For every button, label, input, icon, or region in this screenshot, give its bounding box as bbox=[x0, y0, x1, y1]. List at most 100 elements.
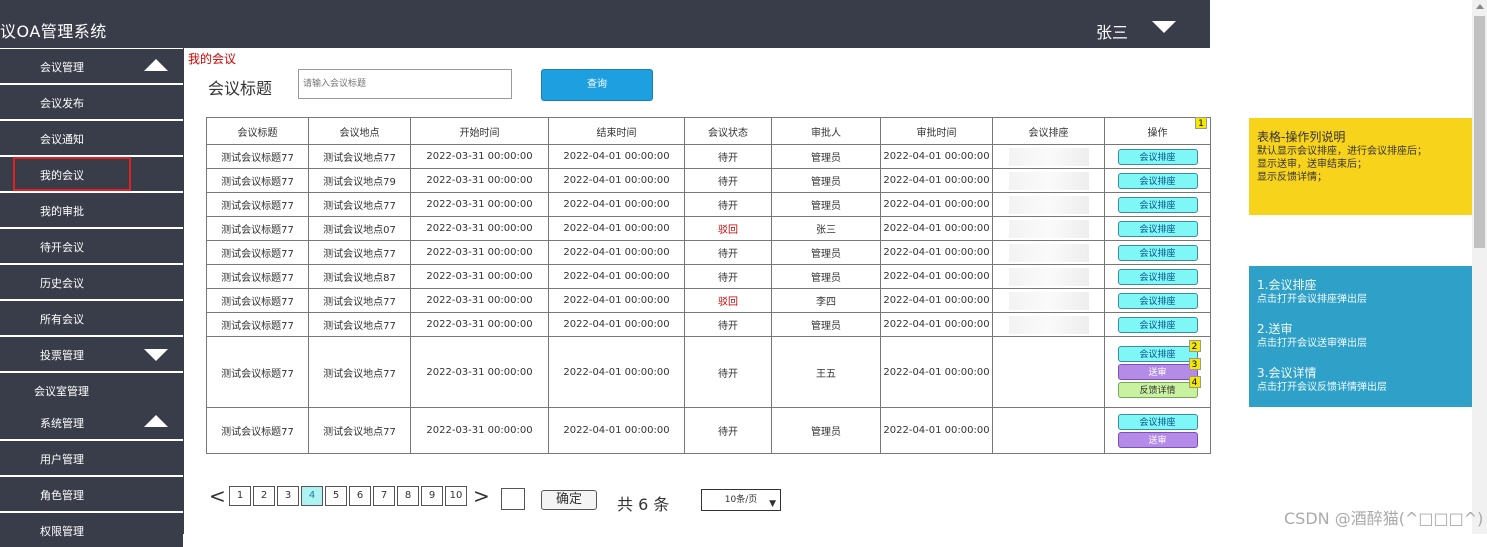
next-page-button[interactable]: > bbox=[473, 484, 490, 508]
send-review-button[interactable]: 送审 3 bbox=[1117, 358, 1201, 380]
app-title: 议OA管理系统 bbox=[0, 22, 107, 41]
feedback-details-button[interactable]: 反馈详情 4 bbox=[1117, 376, 1201, 398]
meeting-table: 会议标题 会议地点 开始时间 结束时间 会议状态 审批人 审批时间 会议排座 操… bbox=[206, 117, 1211, 454]
sidebar-item-all-meetings[interactable]: 所有会议 bbox=[0, 301, 183, 335]
seating-button[interactable]: 会议排座 bbox=[1117, 316, 1198, 333]
sidebar-item-user-management[interactable]: 用户管理 bbox=[0, 441, 183, 475]
cell-title: 测试会议标题77 bbox=[206, 312, 309, 337]
prev-page-button[interactable]: < bbox=[209, 484, 226, 508]
col-header: 会议地点 bbox=[308, 117, 411, 145]
cell-approver: 管理员 bbox=[771, 192, 881, 217]
cell-title: 测试会议标题77 bbox=[206, 264, 309, 289]
top-bar: 议OA管理系统 张三 bbox=[0, 0, 1210, 48]
seating-button[interactable]: 会议排座 bbox=[1117, 268, 1198, 285]
cell-title: 测试会议标题77 bbox=[206, 407, 309, 454]
note-item-desc: 点击打开会议排座弹出层 bbox=[1257, 294, 1367, 305]
search-input[interactable] bbox=[298, 69, 512, 99]
cell-start: 2022-03-31 00:00:00 bbox=[410, 264, 549, 289]
cell-location: 测试会议地点77 bbox=[308, 312, 411, 337]
page-confirm-button[interactable]: 确定 bbox=[541, 490, 597, 510]
sidebar-group-meeting-room[interactable]: 会议室管理 bbox=[0, 373, 183, 407]
send-review-button[interactable]: 送审 bbox=[1117, 431, 1198, 448]
page-number-button[interactable]: 2 bbox=[253, 486, 275, 506]
sidebar-border bbox=[183, 48, 184, 534]
table-row: 测试会议标题77 测试会议地点77 2022-03-31 00:00:00 2022-… bbox=[206, 240, 1211, 265]
cell-start: 2022-03-31 00:00:00 bbox=[410, 336, 549, 408]
search-button[interactable]: 查询 bbox=[541, 69, 653, 101]
note-item-title: 1.会议排座 bbox=[1257, 278, 1317, 292]
cell-location: 测试会议地点77 bbox=[308, 288, 411, 313]
badge-1: 1 bbox=[1195, 117, 1207, 129]
cell-operations: 会议排座 bbox=[1104, 168, 1211, 193]
seating-button[interactable]: 会议排座 bbox=[1117, 292, 1198, 309]
cell-start: 2022-03-31 00:00:00 bbox=[410, 407, 549, 454]
scroll-up-arrow-icon[interactable] bbox=[1476, 4, 1484, 9]
seating-button[interactable]: 会议排座 bbox=[1117, 413, 1198, 430]
cell-title: 测试会议标题77 bbox=[206, 288, 309, 313]
page-number-button[interactable]: 6 bbox=[349, 486, 371, 506]
total-count: 共 6 条 bbox=[617, 495, 670, 514]
cell-end: 2022-04-01 00:00:00 bbox=[548, 264, 685, 289]
cell-approved-at: 2022-04-01 00:00:00 bbox=[880, 264, 993, 289]
cell-seating bbox=[992, 407, 1105, 454]
user-menu-chevron-down-icon[interactable] bbox=[1152, 21, 1176, 33]
cell-approved-at: 2022-04-01 00:00:00 bbox=[880, 144, 993, 169]
breadcrumb: 我的会议 bbox=[188, 52, 237, 66]
sidebar-item-publish-meeting[interactable]: 会议发布 bbox=[0, 85, 183, 119]
sidebar-item-label: 所有会议 bbox=[40, 313, 84, 326]
col-header: 开始时间 bbox=[410, 117, 549, 145]
sidebar-item-label: 我的审批 bbox=[40, 205, 84, 218]
page-number-button[interactable]: 1 bbox=[229, 486, 251, 506]
seating-button[interactable]: 会议排座 bbox=[1117, 244, 1198, 261]
cell-approved-at: 2022-04-01 00:00:00 bbox=[880, 168, 993, 193]
vertical-scrollbar[interactable] bbox=[1472, 0, 1487, 534]
col-header: 会议状态 bbox=[684, 117, 772, 145]
cell-end: 2022-04-01 00:00:00 bbox=[548, 407, 685, 454]
col-header: 操作 1 bbox=[1104, 117, 1211, 145]
page-jump-input[interactable] bbox=[501, 488, 525, 510]
page-size-select[interactable]: 10条/页 ▼ bbox=[701, 489, 781, 511]
note-operation-column: 表格-操作列说明 默认显示会议排座，进行会议排座后； 显示送审，送审结束后； 显… bbox=[1249, 118, 1472, 215]
chevron-down-icon: ▼ bbox=[769, 499, 776, 509]
page-number-button[interactable]: 10 bbox=[445, 486, 467, 506]
sidebar-item-role-management[interactable]: 角色管理 bbox=[0, 477, 183, 511]
cell-approver: 李四 bbox=[771, 288, 881, 313]
cell-approved-at: 2022-04-01 00:00:00 bbox=[880, 407, 993, 454]
page-number-button[interactable]: 4 bbox=[301, 486, 323, 506]
sidebar-item-pending-meetings[interactable]: 待开会议 bbox=[0, 229, 183, 263]
page-number-button[interactable]: 9 bbox=[421, 486, 443, 506]
cell-location: 测试会议地点07 bbox=[308, 216, 411, 241]
page-number-button[interactable]: 8 bbox=[397, 486, 419, 506]
cell-approved-at: 2022-04-01 00:00:00 bbox=[880, 240, 993, 265]
user-name[interactable]: 张三 bbox=[1096, 19, 1128, 43]
seating-preview bbox=[1008, 147, 1089, 166]
scrollbar-thumb[interactable] bbox=[1474, 16, 1485, 248]
seating-button[interactable]: 会议排座 bbox=[1117, 220, 1198, 237]
sidebar-item-history-meetings[interactable]: 历史会议 bbox=[0, 265, 183, 299]
cell-title: 测试会议标题77 bbox=[206, 216, 309, 241]
seating-button[interactable]: 会议排座 bbox=[1117, 196, 1198, 213]
sidebar-item-my-approvals[interactable]: 我的审批 bbox=[0, 193, 183, 227]
note-item-title: 2.送审 bbox=[1257, 322, 1293, 336]
sidebar-item-label: 会议发布 bbox=[40, 97, 84, 110]
seating-button[interactable]: 会议排座 2 bbox=[1117, 340, 1201, 362]
sidebar-group-vote-management[interactable]: 投票管理 bbox=[0, 337, 183, 371]
page-number-button[interactable]: 3 bbox=[277, 486, 299, 506]
sidebar-item-label: 投票管理 bbox=[40, 349, 84, 362]
sidebar-group-meeting-management[interactable]: 会议管理 bbox=[0, 49, 183, 83]
page-number-button[interactable]: 5 bbox=[325, 486, 347, 506]
seating-preview bbox=[1008, 291, 1089, 310]
page-number-button[interactable]: 7 bbox=[373, 486, 395, 506]
cell-start: 2022-03-31 00:00:00 bbox=[410, 168, 549, 193]
cell-start: 2022-03-31 00:00:00 bbox=[410, 216, 549, 241]
cell-location: 测试会议地点87 bbox=[308, 264, 411, 289]
sidebar-item-my-meetings[interactable]: 我的会议 bbox=[13, 157, 131, 191]
cell-operations: 会议排座 bbox=[1104, 312, 1211, 337]
seating-button[interactable]: 会议排座 bbox=[1117, 172, 1198, 189]
sidebar-item-meeting-notice[interactable]: 会议通知 bbox=[0, 121, 183, 155]
sidebar-item-permission-management[interactable]: 权限管理 bbox=[0, 513, 183, 547]
cell-title: 测试会议标题77 bbox=[206, 144, 309, 169]
note-line: 默认显示会议排座，进行会议排座后； bbox=[1257, 146, 1427, 157]
sidebar-group-system-management[interactable]: 系统管理 bbox=[0, 405, 183, 439]
seating-button[interactable]: 会议排座 bbox=[1117, 148, 1198, 165]
